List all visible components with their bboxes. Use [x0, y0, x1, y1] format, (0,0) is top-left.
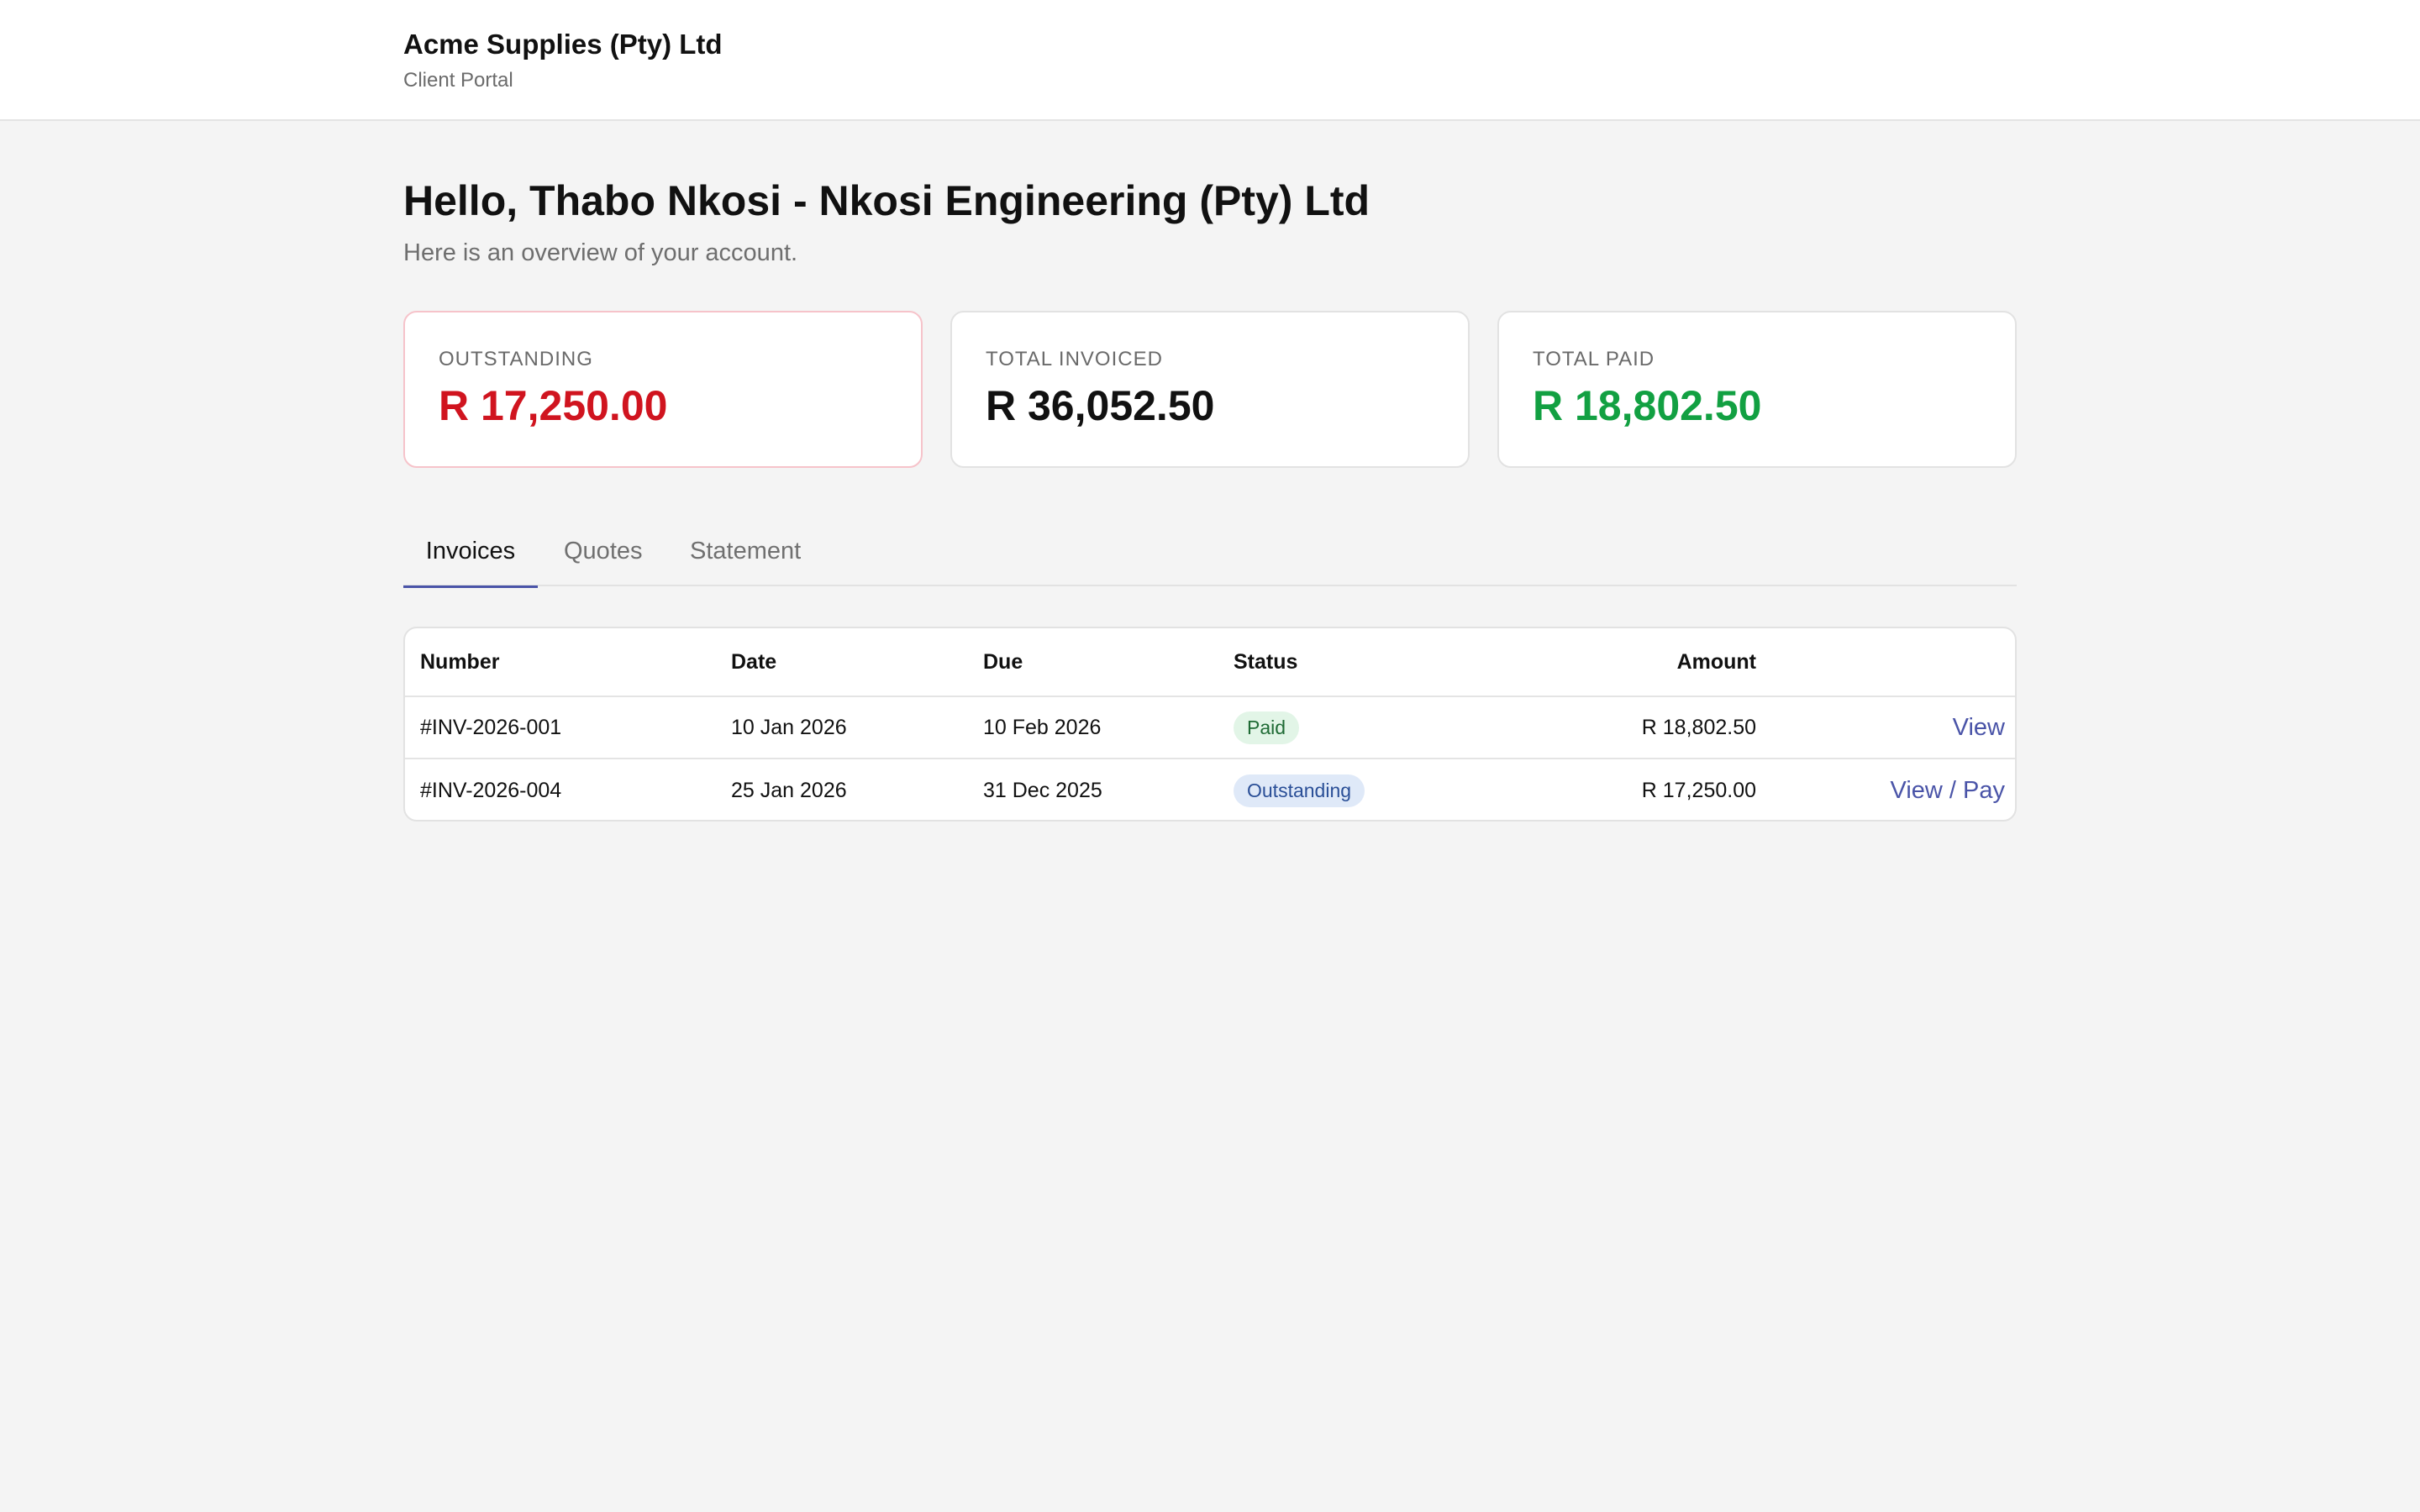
tab-invoices[interactable]: Invoices [403, 538, 538, 588]
total-invoiced-value: R 36,052.50 [986, 382, 1215, 429]
tab-quotes-label: Quotes [564, 538, 643, 564]
invoice-number: #INV-2026-001 [420, 715, 562, 739]
top-header: Acme Supplies (Pty) Ltd Client Portal [0, 0, 2420, 121]
table-row: #INV-2026-004 25 Jan 2026 31 Dec 2025 Ou… [405, 759, 2015, 820]
invoice-action: View / Pay [1891, 759, 2005, 820]
status-badge: Paid [1234, 711, 1300, 744]
active-tab-indicator [403, 585, 538, 588]
invoice-due-date: 31 Dec 2025 [983, 778, 1102, 802]
invoice-date: 10 Jan 2026 [731, 715, 847, 739]
portal-label: Client Portal [403, 69, 513, 92]
total-paid-label: TOTAL PAID [1533, 348, 1655, 370]
status-badge: Outstanding [1234, 774, 1365, 807]
outstanding-card: OUTSTANDING R 17,250.00 [403, 311, 923, 468]
total-paid-value: R 18,802.50 [1533, 382, 1762, 429]
total-invoiced-card: TOTAL INVOICED R 36,052.50 [950, 311, 1470, 468]
view-pay-invoice-link[interactable]: View / Pay [1891, 777, 2005, 805]
total-paid-card: TOTAL PAID R 18,802.50 [1497, 311, 2017, 468]
tab-statement[interactable]: Statement [690, 538, 801, 586]
tab-invoices-label: Invoices [425, 538, 516, 564]
invoice-status: Paid [1234, 697, 1300, 758]
column-header-status: Status [1234, 649, 1298, 674]
tab-bar: Invoices Quotes Statement [403, 521, 2017, 588]
invoice-amount: R 18,802.50 [1641, 715, 1756, 739]
invoice-date: 25 Jan 2026 [731, 778, 847, 802]
invoice-action: View [1953, 697, 2005, 758]
column-header-amount: Amount [1676, 649, 1756, 674]
view-invoice-link[interactable]: View [1953, 714, 2005, 742]
column-header-date: Date [731, 649, 777, 674]
page-title: Hello, Thabo Nkosi - Nkosi Engineering (… [403, 177, 1370, 224]
table-row: #INV-2026-001 10 Jan 2026 10 Feb 2026 Pa… [405, 697, 2015, 759]
page-subtitle: Here is an overview of your account. [403, 239, 798, 266]
table-header-row: Number Date Due Status Amount [405, 628, 2015, 697]
invoice-number: #INV-2026-004 [420, 778, 562, 802]
invoice-status: Outstanding [1234, 759, 1365, 820]
invoices-table: Number Date Due Status Amount #INV-2026-… [403, 627, 2017, 822]
invoice-due-date: 10 Feb 2026 [983, 715, 1102, 739]
tab-quotes[interactable]: Quotes [564, 538, 643, 586]
total-invoiced-label: TOTAL INVOICED [986, 348, 1163, 370]
company-name: Acme Supplies (Pty) Ltd [403, 29, 723, 60]
column-header-number: Number [420, 649, 500, 674]
column-header-due: Due [983, 649, 1023, 674]
invoice-amount: R 17,250.00 [1641, 778, 1756, 802]
outstanding-value: R 17,250.00 [439, 382, 668, 429]
tab-statement-label: Statement [690, 538, 802, 564]
outstanding-label: OUTSTANDING [439, 348, 593, 370]
